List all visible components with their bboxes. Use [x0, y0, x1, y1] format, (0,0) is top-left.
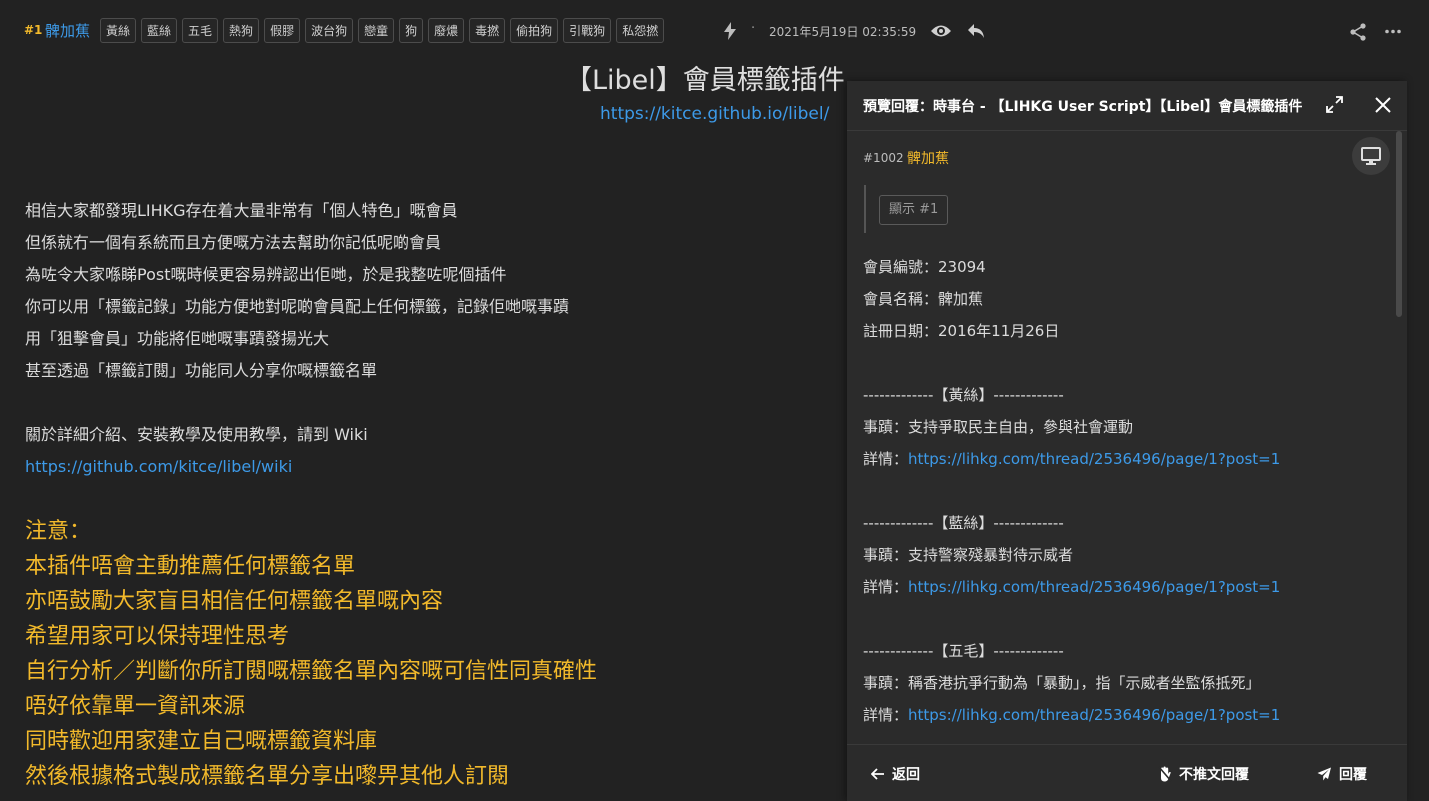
detail-link[interactable]: https://lihkg.com/thread/2536496/page/1?… — [908, 578, 1280, 596]
member-tag[interactable]: 引戰狗 — [563, 18, 612, 43]
member-tag[interactable]: 假膠 — [264, 18, 301, 43]
member-tag[interactable]: 偷拍狗 — [510, 18, 559, 43]
reply-floor-number: #1002 — [863, 151, 904, 165]
post-body-line: 你可以用「標籤記錄」功能方便地對呢啲會員配上任何標籤，記錄佢哋嘅事蹟 — [25, 297, 570, 316]
tag-entry-detail: 詳情：https://lihkg.com/thread/2536496/page… — [863, 443, 1280, 475]
post-body-line: 甚至透過「標籤訂閱」功能同人分享你嘅標籤名單 — [25, 361, 378, 380]
tag-entry-event: 事蹟：支持警察殘暴對待示威者 — [863, 546, 1074, 564]
member-tag-list: 黃絲 藍絲 五毛 熱狗 假膠 波台狗 戀童狗廢燶 毒撚 偷拍狗 引戰狗 私怨撚 — [100, 18, 665, 43]
warning-line: 本插件唔會主動推薦任何標籤名單 — [25, 554, 356, 579]
member-tag[interactable]: 戀童 — [358, 18, 395, 43]
tag-entry-header: -------------【五毛】------------- — [863, 642, 1064, 660]
detail-link[interactable]: https://lihkg.com/thread/2536496/page/1?… — [908, 706, 1280, 724]
tag-entry-event: 事蹟：稱香港抗爭行動為「暴動」，指「示威者坐監係抵死」 — [863, 674, 1261, 692]
tag-entry-header: -------------【黃絲】------------- — [863, 386, 1064, 404]
hide-reply-button-label: 不推文回覆 — [1179, 767, 1249, 783]
post-timestamp: 2021年5月19日 02:35:59 — [769, 25, 917, 39]
hand-icon — [1158, 766, 1172, 782]
warning-line: 自行分析／判斷你所訂閱嘅標籤名單內容嘅可信性同真確性 — [25, 659, 598, 684]
post-floor-number: #1 — [24, 23, 43, 37]
preview-panel-header: 預覽回覆：時事台 - 【LIHKG User Script】【Libel】會員標… — [847, 81, 1407, 131]
warning-line: 唔好依靠單一資訊來源 — [25, 694, 246, 719]
tag-entry-detail: 詳情：https://lihkg.com/thread/2536496/page… — [863, 571, 1280, 603]
submit-reply-button[interactable]: 回覆 — [1317, 764, 1367, 784]
more-options-icon[interactable] — [1385, 29, 1401, 34]
member-tag[interactable]: 私怨撚 — [616, 18, 665, 43]
post-body: 相信大家都發現LIHKG存在着大量非常有「個人特色」嘅會員 但係就冇一個有系統而… — [25, 199, 569, 487]
member-info-line: 會員編號：23094 — [863, 258, 986, 276]
member-tag[interactable]: 毒撚 — [469, 18, 506, 43]
member-tag[interactable]: 廢燶 — [428, 18, 465, 43]
post-header: #1 髀加蕉 黃絲 藍絲 五毛 熱狗 假膠 波台狗 戀童狗廢燶 毒撚 偷拍狗 引戰狗 私怨撚 · 2… — [0, 14, 1429, 48]
separator-dot: · — [751, 21, 756, 36]
show-quote-button[interactable]: 顯示 #1 — [879, 195, 949, 225]
post-body-line: 但係就冇一個有系統而且方便嘅方法去幫助你記低呢啲會員 — [25, 233, 442, 252]
preview-panel-title: 預覽回覆：時事台 - 【LIHKG User Script】【Libel】會員標… — [863, 99, 1303, 115]
detail-link[interactable]: https://lihkg.com/thread/2536496/page/1?… — [908, 450, 1280, 468]
member-tag[interactable]: 藍絲 — [141, 18, 178, 43]
post-body-line: 為咗令大家喺睇Post嘅時候更容易辨認出佢哋，於是我整咗呢個插件 — [25, 265, 507, 284]
member-tag[interactable]: 波台狗 — [305, 18, 354, 43]
warning-line: 注意： — [25, 519, 92, 544]
warning-line: 亦唔鼓勵大家盲目相信任何標籤名單嘅內容 — [25, 589, 444, 614]
submit-reply-button-label: 回覆 — [1339, 767, 1367, 783]
detail-label: 詳情： — [863, 706, 909, 724]
tag-entry-event: 事蹟：支持爭取民主自由，參與社會運動 — [863, 418, 1134, 436]
bolt-icon[interactable] — [723, 22, 737, 40]
preview-panel-content[interactable]: #1002 髀加蕉 顯示 #1 會員編號：23094 會員名稱：髀加蕉 註冊日期… — [847, 131, 1407, 744]
quote-bar — [864, 185, 866, 233]
reply-author-name[interactable]: 髀加蕉 — [907, 148, 949, 168]
close-icon[interactable] — [1374, 96, 1392, 114]
warning-line: 然後根據格式製成標籤名單分享出嚟畀其他人訂閱 — [25, 764, 510, 789]
member-tag[interactable]: 五毛 — [182, 18, 219, 43]
member-info-line: 會員名稱：髀加蕉 — [863, 290, 984, 308]
reply-preview-panel: 預覽回覆：時事台 - 【LIHKG User Script】【Libel】會員標… — [847, 81, 1407, 801]
desktop-view-button[interactable] — [1352, 137, 1390, 175]
lihkg-thread-page: #1 髀加蕉 黃絲 藍絲 五毛 熱狗 假膠 波台狗 戀童狗廢燶 毒撚 偷拍狗 引戰狗 私怨撚 · 2… — [0, 0, 1429, 801]
warning-line: 同時歡迎用家建立自己嘅標籤資料庫 — [25, 729, 378, 754]
member-tag[interactable]: 黃絲 — [100, 18, 137, 43]
detail-label: 詳情： — [863, 578, 909, 596]
post-title-link[interactable]: https://kitce.github.io/libel/ — [600, 104, 829, 124]
expand-icon[interactable] — [1326, 96, 1343, 113]
post-author-name[interactable]: 髀加蕉 — [45, 20, 90, 41]
detail-label: 詳情： — [863, 450, 909, 468]
member-info-line: 註冊日期：2016年11月26日 — [863, 322, 1060, 340]
wiki-intro-text: 關於詳細介紹、安裝教學及使用教學，請到 Wiki — [25, 425, 368, 444]
share-icon[interactable] — [1349, 23, 1367, 41]
desktop-icon — [1361, 147, 1381, 165]
reply-body: 會員編號：23094 會員名稱：髀加蕉 註冊日期：2016年11月26日 ---… — [863, 251, 1280, 731]
hide-reply-button[interactable]: 不推文回覆 — [1158, 764, 1249, 784]
member-tag[interactable]: 熱狗 — [223, 18, 260, 43]
arrow-left-icon — [871, 768, 884, 780]
post-body-line: 相信大家都發現LIHKG存在着大量非常有「個人特色」嘅會員 — [25, 201, 458, 220]
member-tag[interactable]: 狗 — [399, 18, 424, 43]
preview-scrollbar[interactable] — [1396, 131, 1402, 317]
tag-entry-header: -------------【藍絲】------------- — [863, 514, 1064, 532]
post-body-line: 用「狙擊會員」功能將佢哋嘅事蹟發揚光大 — [25, 329, 330, 348]
preview-panel-footer: 返回 不推文回覆 回覆 — [847, 744, 1407, 801]
eye-icon[interactable] — [930, 23, 952, 39]
reply-arrow-icon[interactable] — [966, 22, 986, 40]
post-title: 【Libel】會員標籤插件 — [565, 65, 845, 96]
paper-plane-icon — [1317, 767, 1331, 781]
tag-entry-detail: 詳情：https://lihkg.com/thread/2536496/page… — [863, 699, 1280, 731]
warning-notice: 注意： 本插件唔會主動推薦任何標籤名單 亦唔鼓勵大家盲目相信任何標籤名單嘅內容 … — [25, 514, 597, 794]
back-button[interactable]: 返回 — [871, 764, 920, 784]
warning-line: 希望用家可以保持理性思考 — [25, 624, 290, 649]
wiki-link[interactable]: https://github.com/kitce/libel/wiki — [25, 455, 569, 487]
back-button-label: 返回 — [892, 767, 920, 783]
